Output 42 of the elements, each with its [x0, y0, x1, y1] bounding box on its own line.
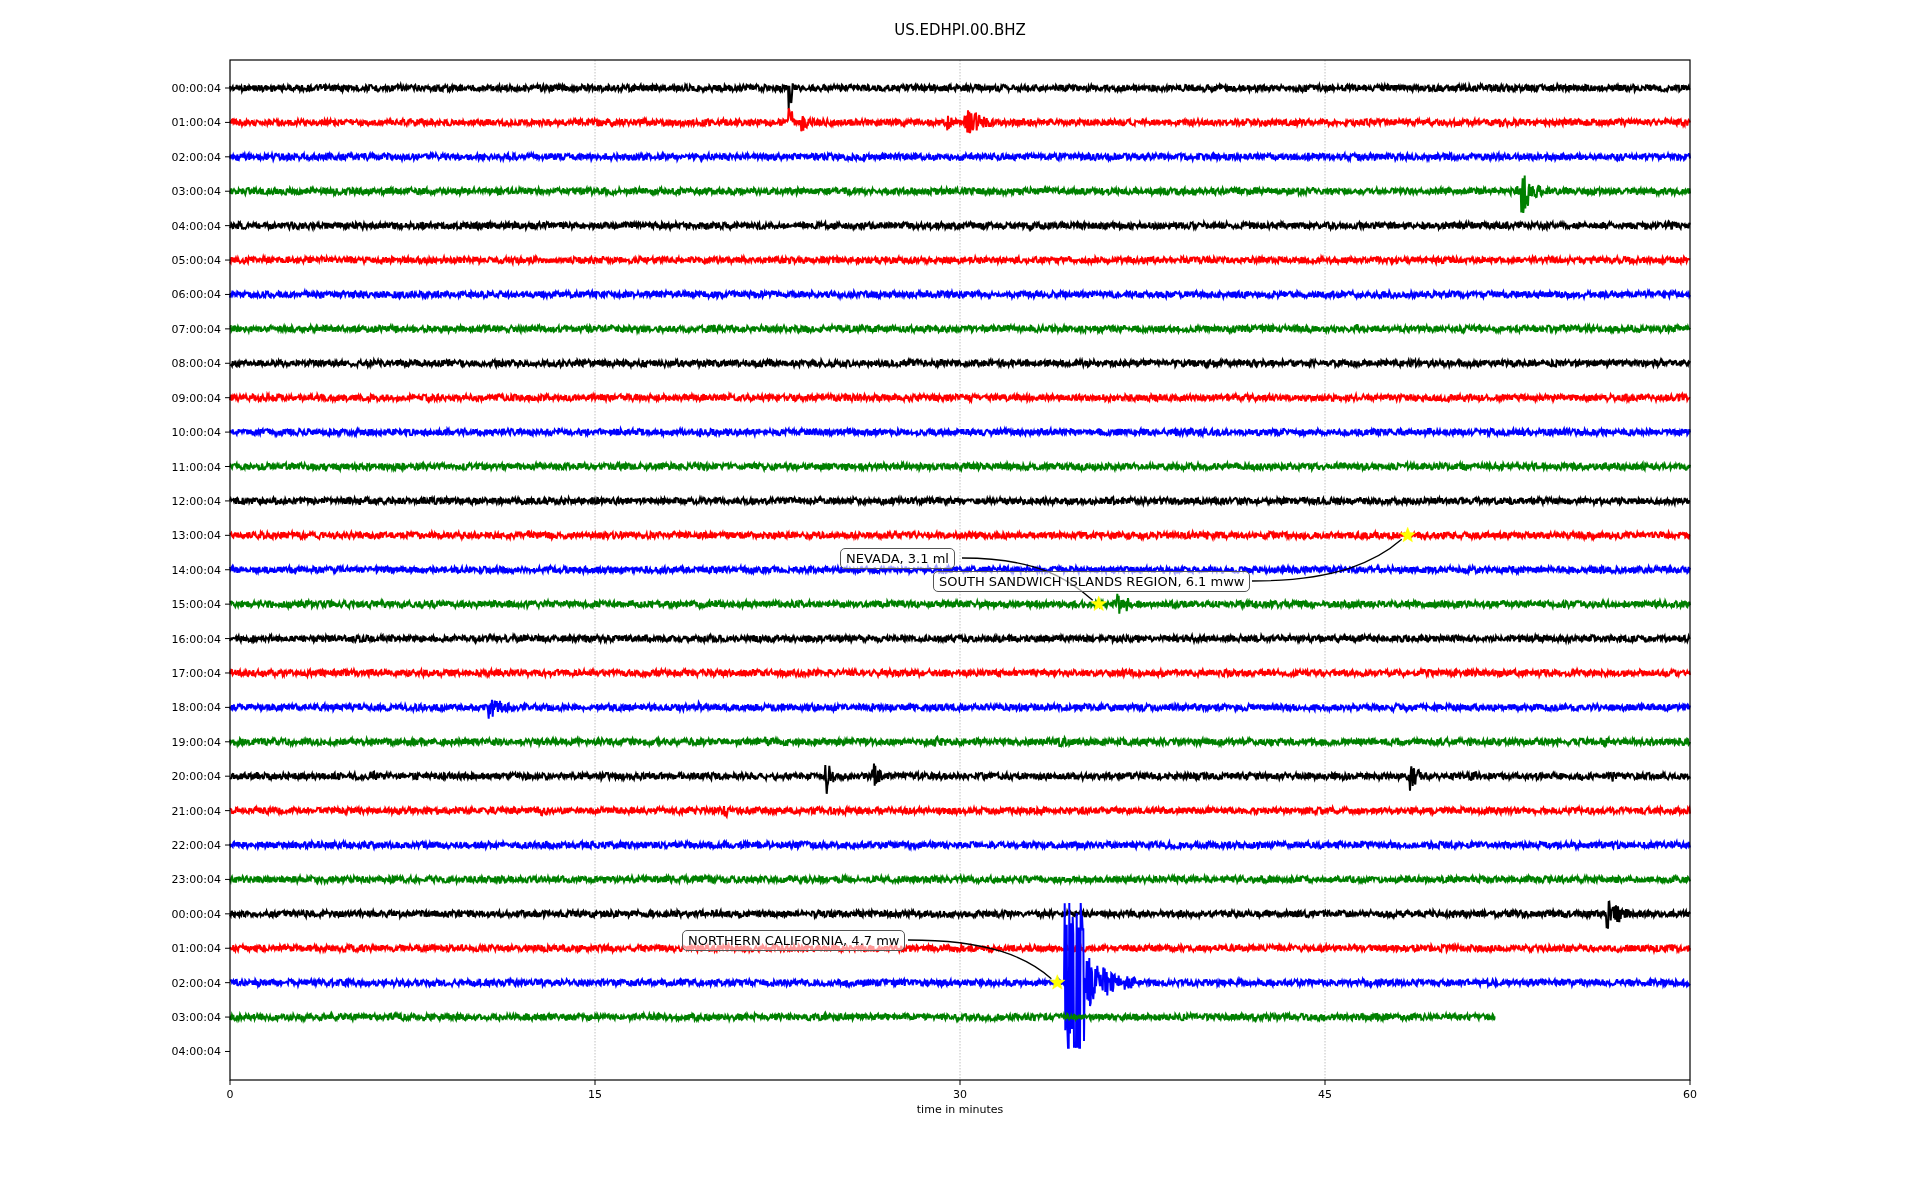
- star-icon: [1090, 595, 1107, 611]
- minute-tick-label: 30: [953, 1088, 967, 1101]
- minute-tick-label: 60: [1683, 1088, 1697, 1101]
- hour-label: 04:00:04: [171, 1045, 221, 1059]
- minute-tick-label: 15: [588, 1088, 602, 1101]
- minute-tick-label: 45: [1318, 1088, 1332, 1101]
- star-icon: [1049, 974, 1066, 990]
- x-axis-label: time in minutes: [916, 1103, 1004, 1116]
- minute-tick-label: 0: [226, 1088, 234, 1101]
- hour-label: 15:00:04: [171, 598, 221, 612]
- hour-label: 02:00:04: [171, 976, 221, 990]
- hour-label: 20:00:04: [171, 770, 221, 784]
- hour-label: 02:00:04: [171, 150, 221, 164]
- hour-label: 21:00:04: [171, 804, 221, 818]
- hour-label: 06:00:04: [171, 288, 221, 302]
- hour-label: 05:00:04: [171, 254, 221, 268]
- event-label: NORTHERN CALIFORNIA, 4.7 mw: [682, 930, 906, 951]
- hour-label: 09:00:04: [171, 391, 221, 405]
- hour-label: 01:00:04: [171, 116, 221, 130]
- star-icon: [1399, 527, 1416, 543]
- hour-label: 08:00:04: [171, 357, 221, 371]
- hour-label: 01:00:04: [171, 942, 221, 956]
- hour-label: 12:00:04: [171, 494, 221, 508]
- hour-label: 13:00:04: [171, 529, 221, 543]
- event-label: NEVADA, 3.1 ml: [840, 548, 955, 569]
- hour-label: 19:00:04: [171, 735, 221, 749]
- event-label: SOUTH SANDWICH ISLANDS REGION, 6.1 mww: [933, 571, 1251, 592]
- hour-label: 14:00:04: [171, 563, 221, 577]
- hour-label: 22:00:04: [171, 839, 221, 852]
- hour-label: 11:00:04: [171, 460, 221, 474]
- plot-title: US.EDHPI.00.BHZ: [894, 21, 1026, 39]
- hour-label: 03:00:04: [171, 1011, 221, 1025]
- hour-label: 10:00:04: [171, 426, 221, 440]
- hour-label: 00:00:04: [171, 907, 221, 921]
- hour-label: 23:00:04: [171, 873, 221, 887]
- hour-label: 07:00:04: [171, 322, 221, 336]
- hour-label: 03:00:04: [171, 185, 221, 199]
- hour-label: 17:00:04: [171, 666, 221, 680]
- hour-label: 04:00:04: [171, 219, 221, 233]
- hour-label: 00:00:04: [171, 82, 221, 95]
- hour-label: 16:00:04: [171, 632, 221, 646]
- hour-label: 18:00:04: [171, 701, 221, 715]
